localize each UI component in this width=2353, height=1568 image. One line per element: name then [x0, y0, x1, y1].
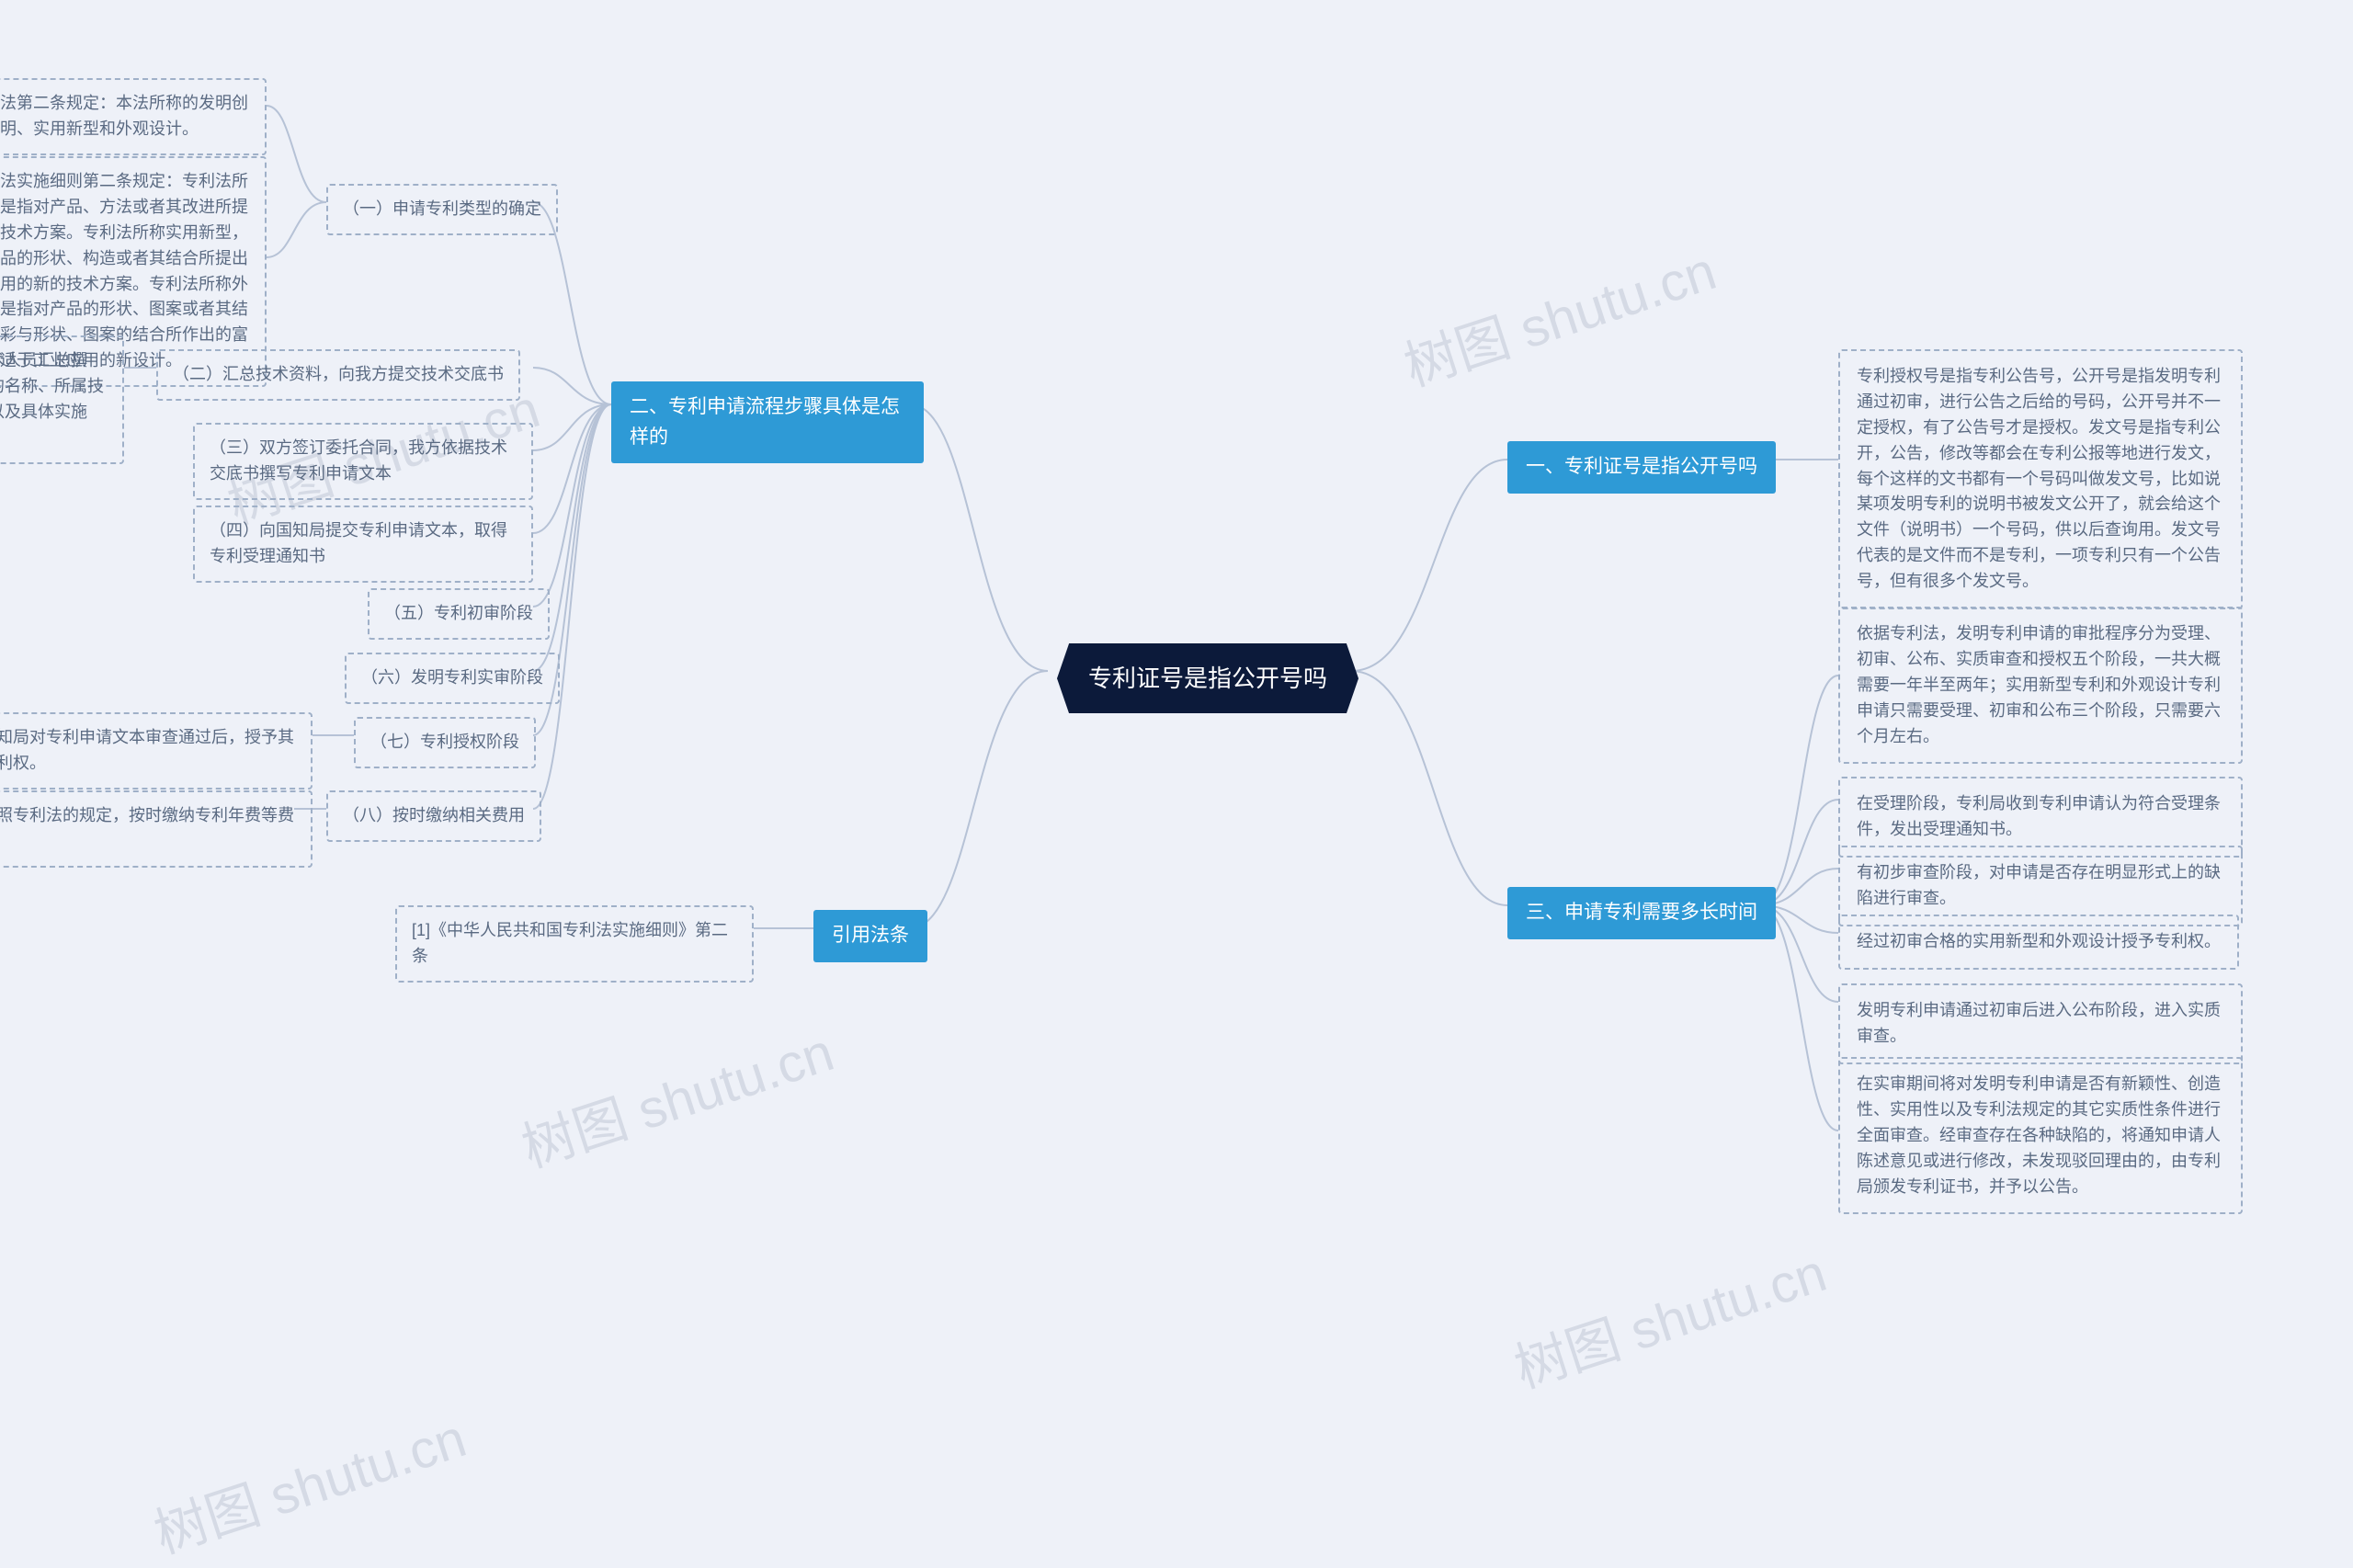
leaf-2-7: （七）专利授权阶段 [354, 717, 536, 768]
leaf-3-4: 经过初审合格的实用新型和外观设计授予专利权。 [1838, 915, 2239, 970]
leaf-2-4: （四）向国知局提交专利申请文本，取得专利受理通知书 [193, 506, 533, 583]
leaf-citation-1: [1]《中华人民共和国专利法实施细则》第二条 [395, 905, 754, 983]
root-topic[interactable]: 专利证号是指公开号吗 [1057, 643, 1358, 713]
leaf-2-8-1: 按照专利法的规定，按时缴纳专利年费等费用 [0, 790, 313, 868]
leaf-3-6: 在实审期间将对发明专利申请是否有新颖性、创造性、实用性以及专利法规定的其它实质性… [1838, 1057, 2243, 1214]
leaf-2-8: （八）按时缴纳相关费用 [326, 790, 541, 842]
branch-section-1[interactable]: 一、专利证号是指公开号吗 [1507, 441, 1776, 494]
leaf-3-5: 发明专利申请通过初审后进入公布阶段，进入实质审查。 [1838, 983, 2243, 1064]
leaf-2-7-1: 国知局对专利申请文本审查通过后，授予其专利权。 [0, 712, 313, 790]
leaf-2-5: （五）专利初审阶段 [368, 588, 550, 640]
leaf-2-2: （二）汇总技术资料，向我方提交技术交底书 [156, 349, 520, 401]
leaf-2-3: （三）双方签订委托合同，我方依据技术交底书撰写专利申请文本 [193, 423, 533, 500]
branch-section-2[interactable]: 二、专利申请流程步骤具体是怎样的 [611, 381, 924, 463]
branch-section-3[interactable]: 三、申请专利需要多长时间 [1507, 887, 1776, 939]
leaf-2-6: （六）发明专利实审阶段 [345, 653, 560, 704]
leaf-2-2-1: 技术交底书一般由客户方的技术人员汇总撰写，技术交底书包括发明创造的名称、所属技术… [0, 335, 124, 464]
leaf-section-1-detail: 专利授权号是指专利公告号，公开号是指发明专利通过初审，进行公告之后给的号码，公开… [1838, 349, 2243, 609]
branch-citation[interactable]: 引用法条 [813, 910, 927, 962]
leaf-2-1: （一）申请专利类型的确定 [326, 184, 558, 235]
leaf-3-1: 依据专利法，发明专利申请的审批程序分为受理、初审、公布、实质审查和授权五个阶段，… [1838, 607, 2243, 764]
leaf-2-1-1: 我国专利法第二条规定：本法所称的发明创造是指发明、实用新型和外观设计。 [0, 78, 267, 155]
